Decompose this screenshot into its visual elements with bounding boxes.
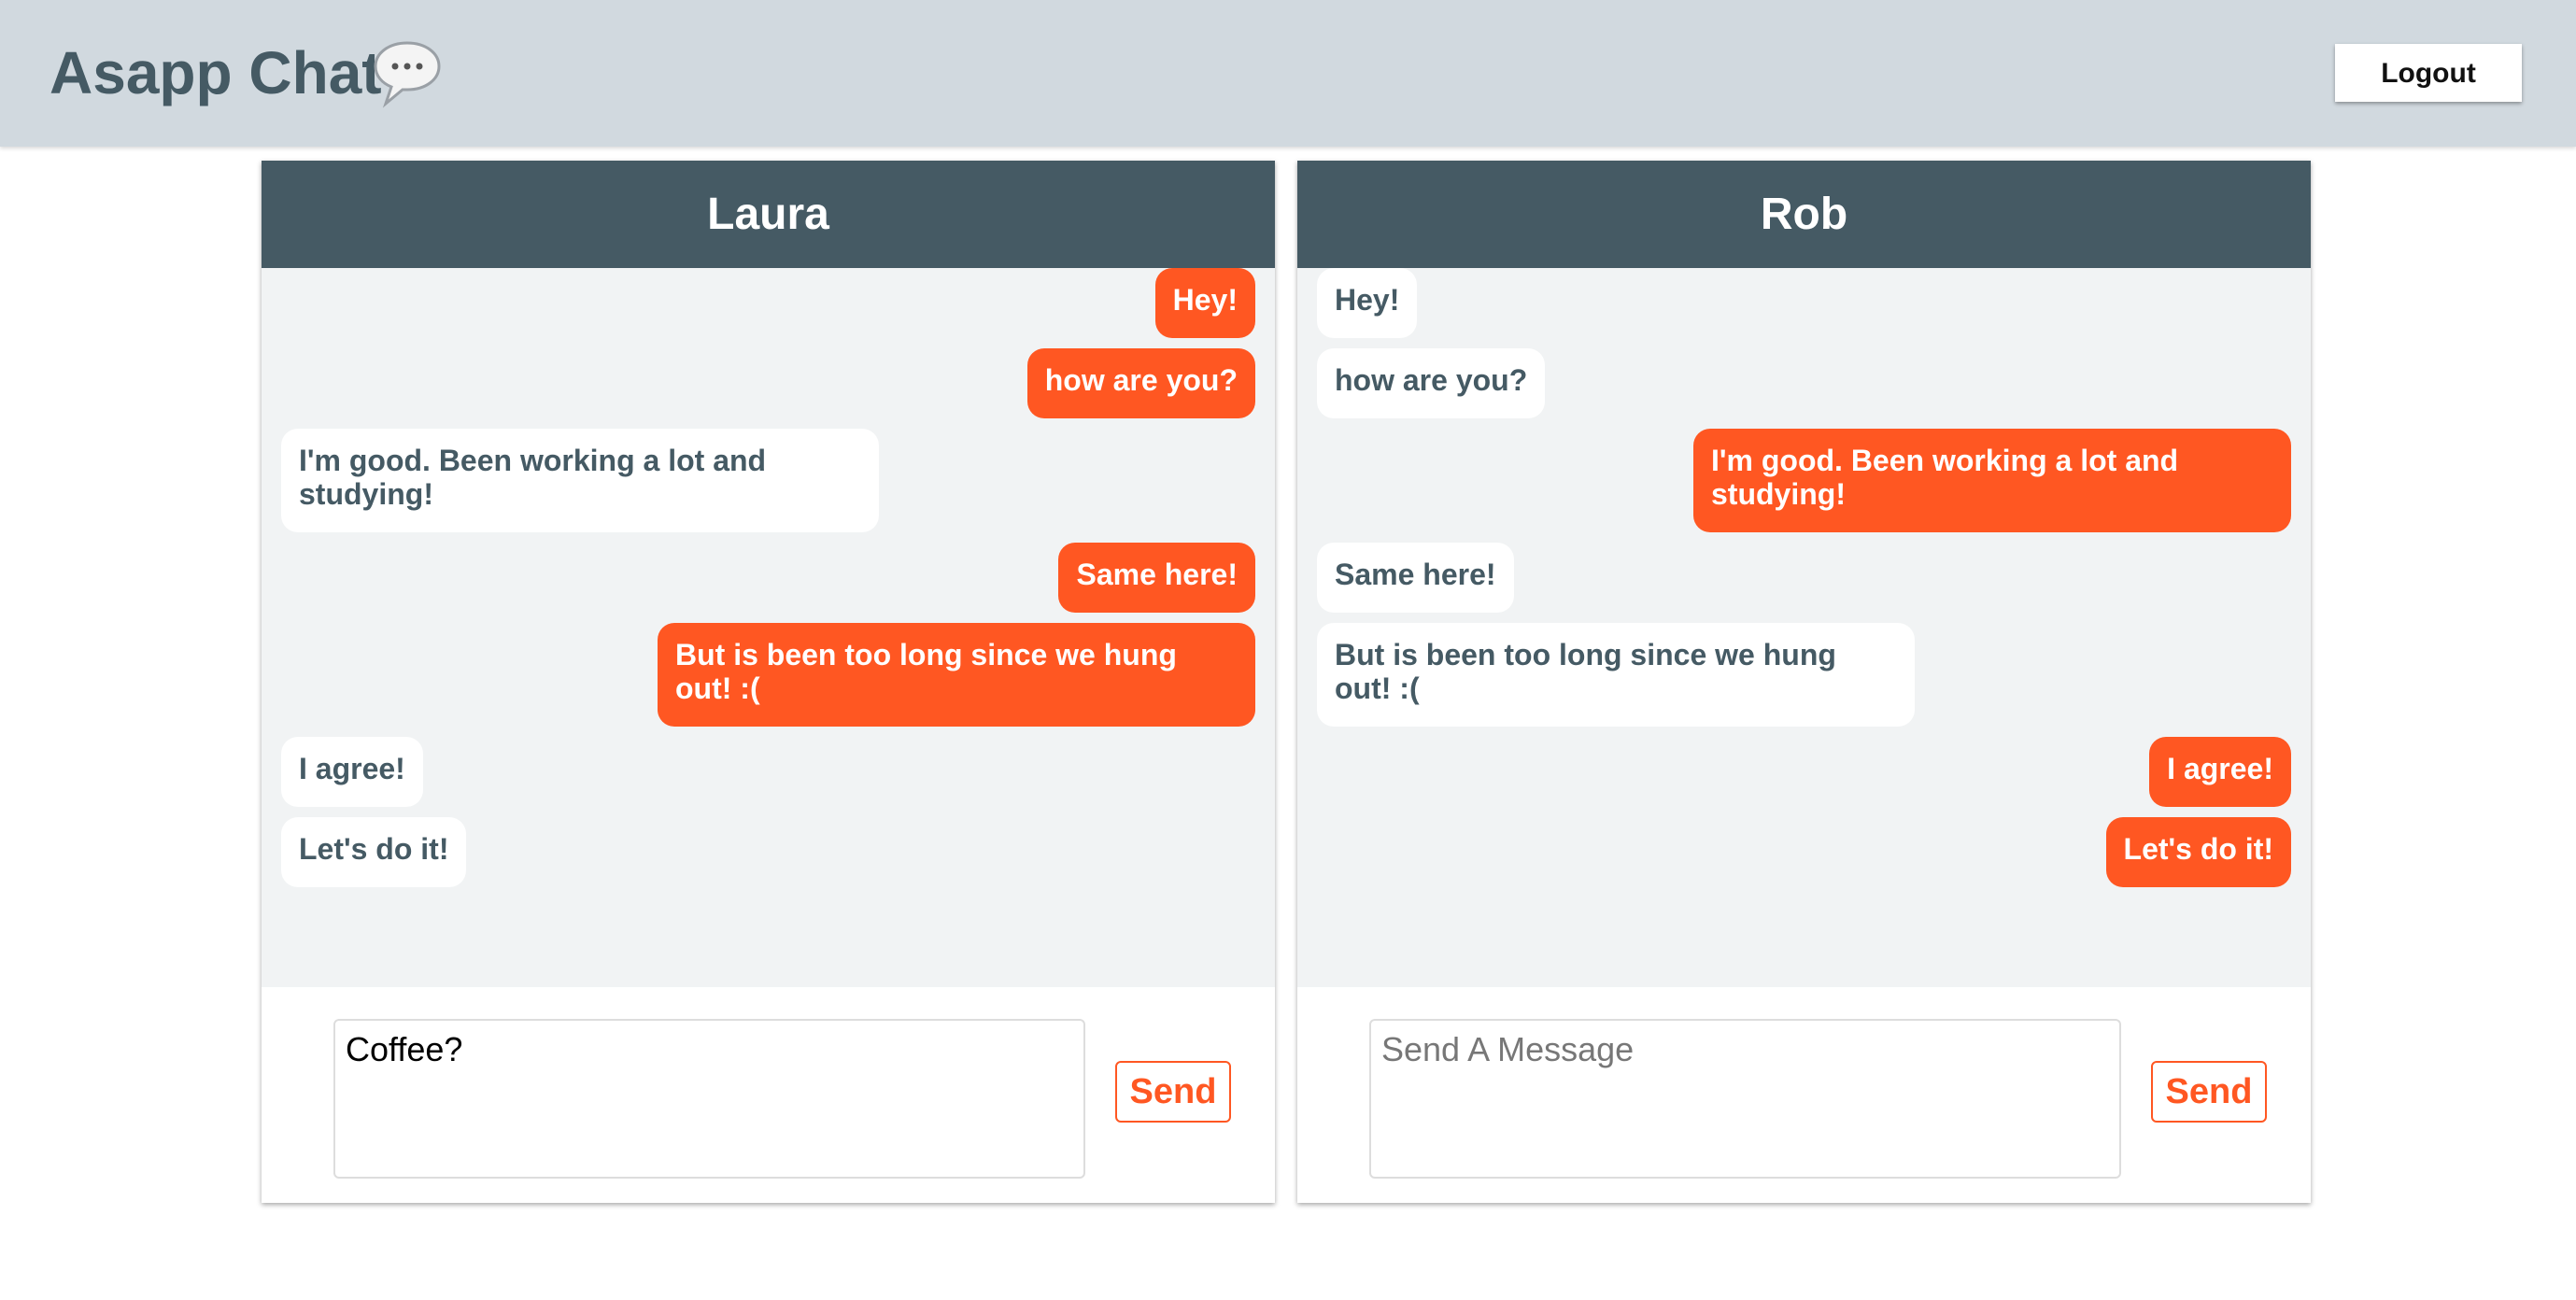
message-bubble-sent: I'm good. Been working a lot and studyin…: [1693, 429, 2291, 532]
chat-panel-rob: Rob Hey! how are you? I'm good. Been wor…: [1297, 161, 2311, 1203]
message-bubble-sent: But is been too long since we hung out! …: [658, 623, 1255, 727]
chat-panel-laura: Laura Hey! how are you? I'm good. Been w…: [262, 161, 1275, 1203]
message-bubble-sent: how are you?: [1026, 348, 1255, 418]
message-bubble-sent: Let's do it!: [2105, 817, 2291, 887]
message-bubble-received: Hey!: [1317, 268, 1418, 338]
message-input[interactable]: Coffee?: [333, 1019, 1085, 1179]
send-button[interactable]: Send: [2151, 1061, 2267, 1123]
chat-panel-header: Laura: [262, 161, 1275, 268]
app-title: Asapp Chat: [50, 39, 382, 106]
logout-button[interactable]: Logout: [2335, 44, 2522, 102]
compose-area: Coffee? Send: [262, 987, 1275, 1203]
chat-panel-header: Rob: [1297, 161, 2311, 268]
message-bubble-received: I agree!: [281, 737, 423, 807]
message-list: Hey! how are you? I'm good. Been working…: [1297, 268, 2311, 987]
message-bubble-received: Let's do it!: [281, 817, 467, 887]
message-bubble-sent: Hey!: [1154, 268, 1255, 338]
app-header: Asapp Chat Logout: [0, 0, 2576, 147]
message-bubble-sent: Same here!: [1058, 543, 1255, 613]
speech-bubble-icon: [374, 41, 441, 108]
message-input[interactable]: [1369, 1019, 2121, 1179]
compose-area: Send: [1297, 987, 2311, 1203]
message-list: Hey! how are you? I'm good. Been working…: [262, 268, 1275, 987]
message-bubble-sent: I agree!: [2149, 737, 2291, 807]
message-bubble-received: how are you?: [1317, 348, 1546, 418]
message-bubble-received: But is been too long since we hung out! …: [1317, 623, 1915, 727]
message-bubble-received: I'm good. Been working a lot and studyin…: [281, 429, 879, 532]
send-button[interactable]: Send: [1115, 1061, 1231, 1123]
message-bubble-received: Same here!: [1317, 543, 1514, 613]
